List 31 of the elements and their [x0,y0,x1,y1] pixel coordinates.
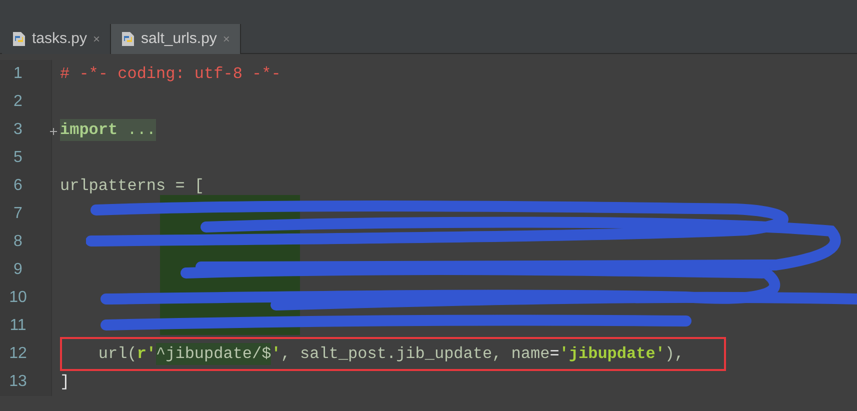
file-tab[interactable]: salt_urls.py × [111,24,241,54]
line-number: 5 [12,148,24,168]
line-number: 6 [12,176,24,196]
expand-fold-icon[interactable] [50,128,57,135]
line-number: 1 [12,64,24,84]
line-number: 9 [12,260,24,280]
line-number: 12 [8,344,28,364]
code-token: ), [664,344,684,365]
code-token: # -*- coding: utf-8 -*- [60,64,281,85]
code-token: url( [97,344,137,365]
code-token: ' [271,344,281,365]
code-token: import [60,119,118,141]
python-file-icon [12,31,26,47]
line-number: 8 [12,232,24,252]
code-token: , salt_post.jib_update, name [280,344,550,365]
python-file-icon [121,31,136,47]
line-number: 13 [8,372,28,392]
code-token: 'jibupdate' [559,344,665,365]
code-token: urlpatterns = [ [60,176,204,197]
line-number: 7 [12,204,24,224]
line-number: 2 [12,92,24,112]
line-number: 10 [8,288,28,308]
code-token: = [550,344,560,365]
code-token: ^jibupdate/$ [156,343,272,365]
code-token: ... [118,119,156,141]
line-number: 11 [8,316,28,336]
code-token: ] [60,372,70,393]
line-number: 3 [12,120,24,140]
file-tab[interactable]: tasks.py × [2,24,112,54]
code-token: r' [136,344,156,365]
close-tab-icon[interactable]: × [93,30,100,48]
